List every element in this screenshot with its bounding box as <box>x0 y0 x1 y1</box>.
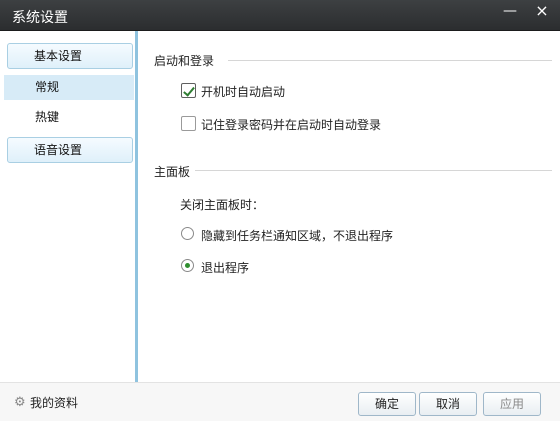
exit-program-radio[interactable] <box>181 259 194 272</box>
gear-icon: ⚙ <box>14 395 26 410</box>
auto-start-checkbox[interactable] <box>181 83 196 98</box>
section-divider <box>228 60 552 61</box>
title-bar: 系统设置 — × <box>0 0 560 31</box>
close-icon[interactable]: × <box>530 0 554 24</box>
close-panel-prompt: 关闭主面板时： <box>180 198 265 212</box>
remember-password-label: 记住登录密码并在启动时自动登录 <box>201 118 382 132</box>
hide-to-tray-radio[interactable] <box>181 227 194 240</box>
section-divider <box>195 170 552 171</box>
ok-button[interactable]: 确定 <box>358 392 416 416</box>
sidebar-group-basic[interactable]: 基本设置 <box>7 43 133 69</box>
hide-to-tray-label: 隐藏到任务栏通知区域，不退出程序 <box>201 229 394 243</box>
my-profile-link[interactable]: 我的资料 <box>30 394 78 411</box>
dialog-footer: ⚙ 我的资料 确定 取消 应用 <box>0 382 560 421</box>
startup-section-title: 启动和登录 <box>154 54 215 68</box>
exit-program-label: 退出程序 <box>201 261 250 275</box>
sidebar-item-general[interactable]: 常规 <box>4 75 134 100</box>
main-panel-section-title: 主面板 <box>154 165 191 179</box>
remember-password-checkbox[interactable] <box>181 116 196 131</box>
apply-button[interactable]: 应用 <box>483 392 541 416</box>
sidebar-item-hotkeys[interactable]: 热键 <box>4 105 134 130</box>
cancel-button[interactable]: 取消 <box>419 392 477 416</box>
minimize-icon[interactable]: — <box>498 0 522 24</box>
auto-start-label: 开机时自动启动 <box>201 85 286 99</box>
sidebar-group-voice[interactable]: 语音设置 <box>7 137 133 163</box>
settings-sidebar: 基本设置 常规 热键 语音设置 <box>0 31 138 382</box>
window-title: 系统设置 <box>12 10 68 26</box>
